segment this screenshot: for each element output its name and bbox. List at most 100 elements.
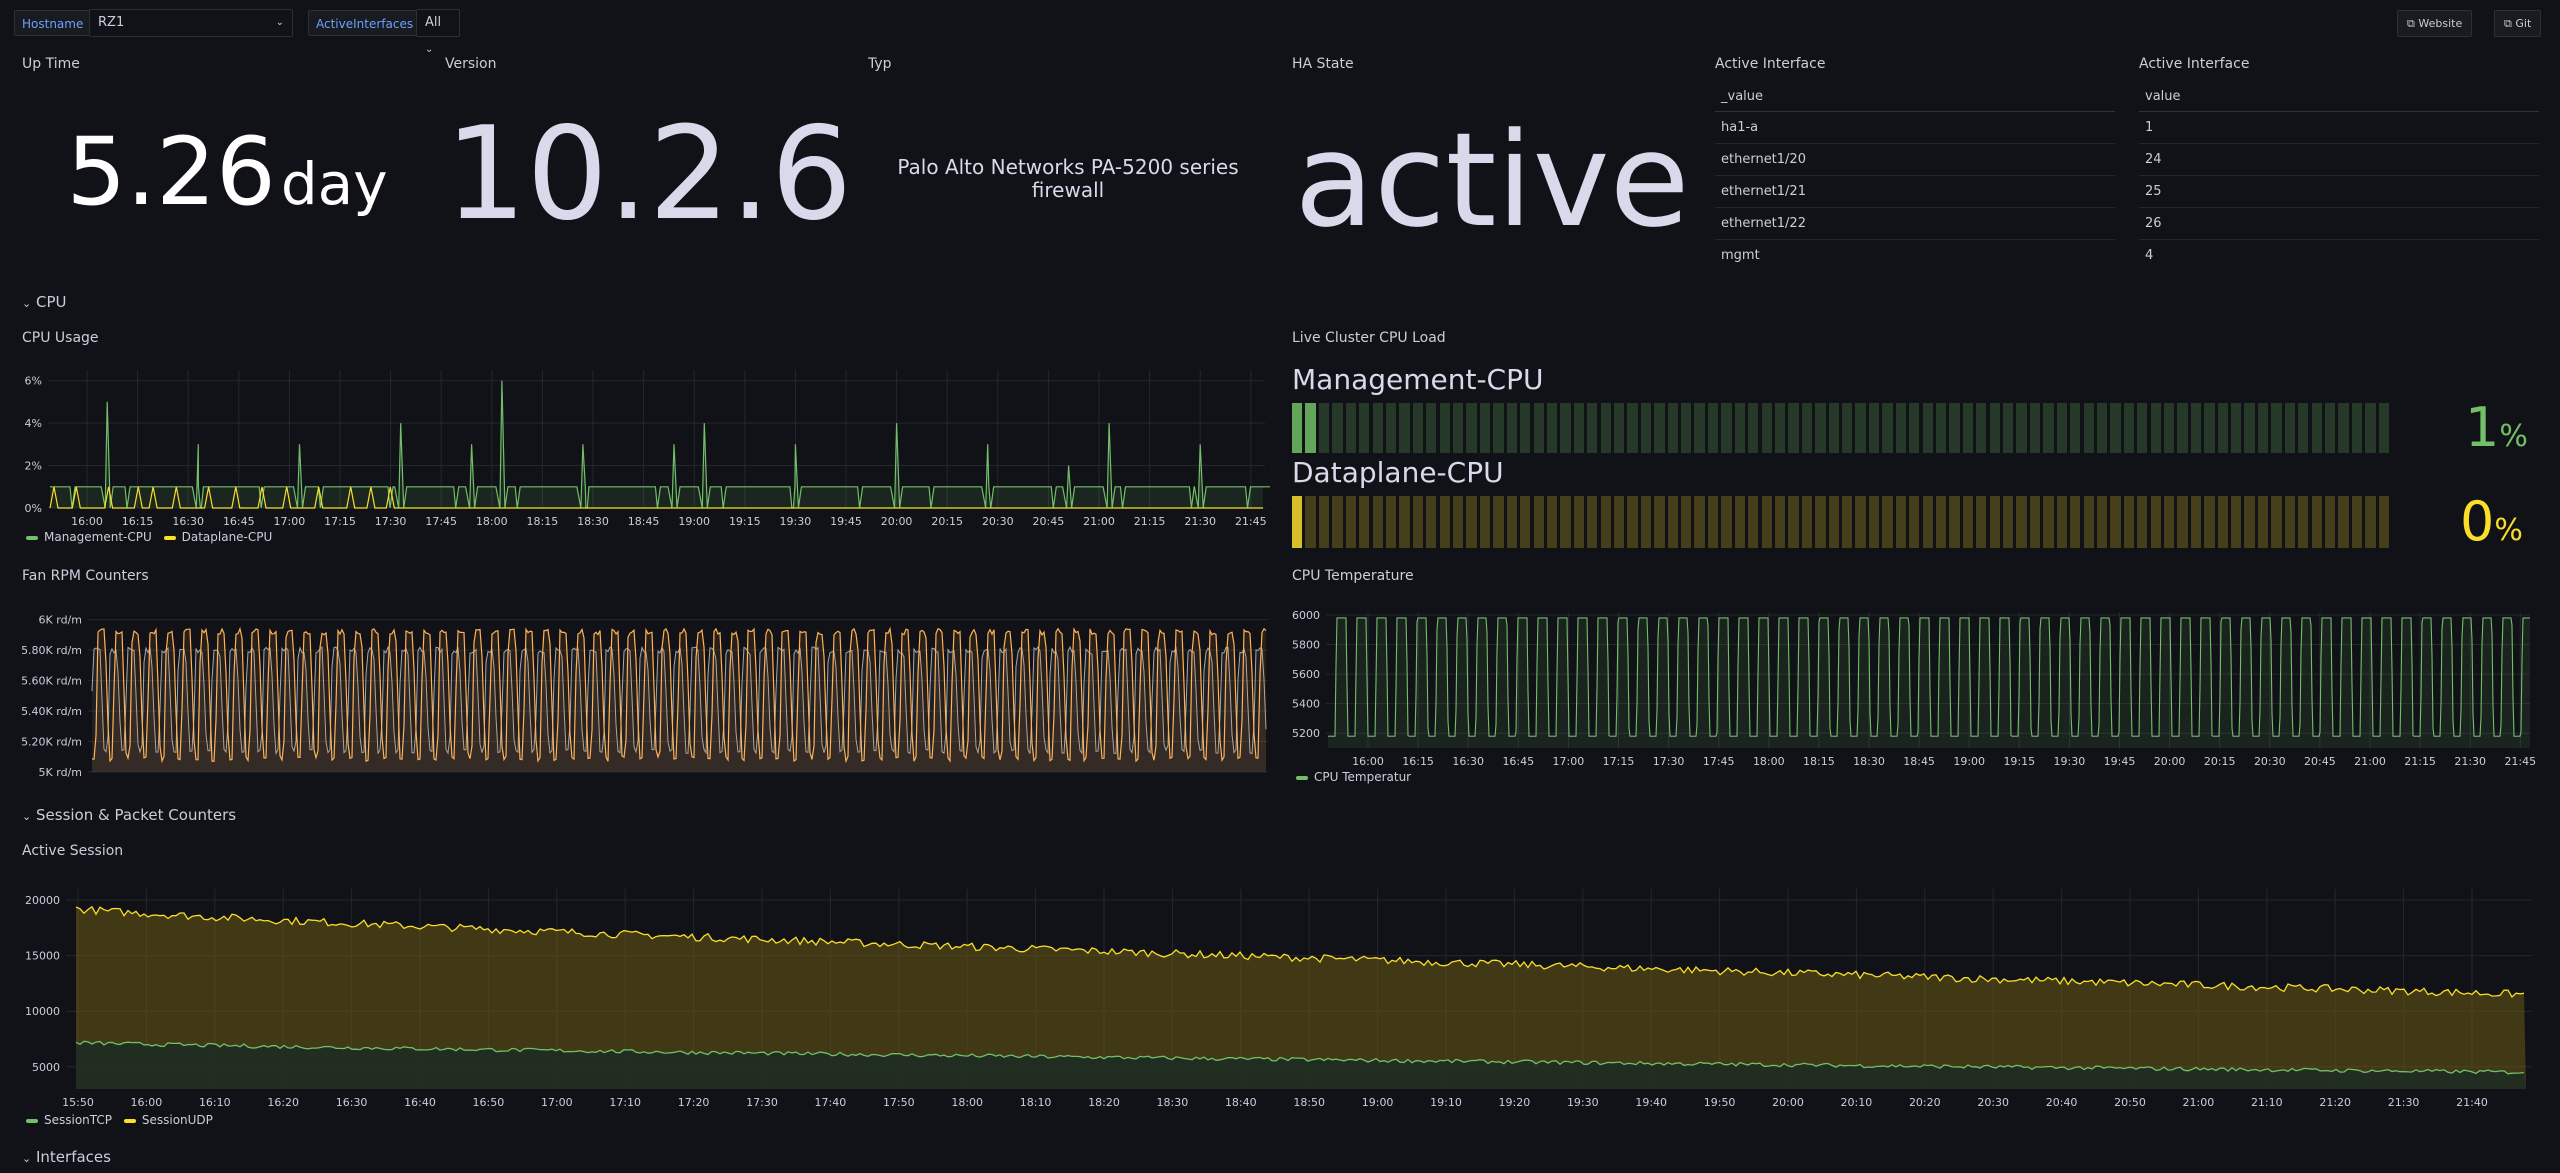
x-tick-label: 17:15 — [1603, 755, 1635, 768]
x-tick-label: 18:30 — [1157, 1096, 1189, 1109]
x-tick-label: 20:45 — [1033, 515, 1065, 528]
management-cpu-gauge-cell — [1318, 403, 1330, 453]
uptime-stat: 5.26 day — [22, 118, 432, 227]
ha-state-panel-title: HA State — [1292, 56, 1354, 72]
x-tick-label: 17:15 — [324, 515, 356, 528]
table-header[interactable]: _value — [1715, 82, 2115, 112]
management-cpu-gauge-cell — [1600, 403, 1611, 453]
management-cpu-gauge-cell — [1466, 403, 1477, 453]
y-tick-label: 5200 — [1292, 727, 1320, 740]
management-cpu-gauge-cell — [1479, 403, 1491, 453]
management-cpu-gauge-cell — [2284, 403, 2296, 453]
dataplane-cpu-gauge-cell — [1520, 496, 1531, 548]
management-cpu-gauge-cell — [2217, 403, 2228, 453]
cluster-cpu-panel-title: Live Cluster CPU Load — [1292, 330, 1446, 346]
dataplane-cpu-gauge-cell — [1426, 496, 1437, 548]
x-tick-label: 16:20 — [267, 1096, 299, 1109]
y-tick-label: 20000 — [25, 894, 60, 907]
dataplane-cpu-gauge-cell — [1734, 496, 1746, 548]
management-cpu-gauge-cell — [2137, 403, 2148, 453]
x-tick-label: 16:45 — [223, 515, 255, 528]
x-tick-label: 17:00 — [541, 1096, 573, 1109]
uptime-unit: day — [280, 150, 388, 218]
chevron-down-icon: ⌄ — [22, 1152, 32, 1165]
dataplane-cpu-gauge-cell — [1815, 496, 1826, 548]
dataplane-cpu-gauge-cell — [2257, 496, 2269, 548]
dataplane-cpu-gauge-cell — [1600, 496, 1611, 548]
interfaces-select-value: All — [425, 15, 442, 30]
x-tick-label: 20:50 — [2114, 1096, 2146, 1109]
legend-item-session-udp[interactable]: SessionUDP — [123, 1113, 213, 1127]
website-link-button[interactable]: ⧉ Website — [2397, 10, 2473, 37]
cpu-temperature-legend: CPU Temperatur — [1296, 770, 1411, 784]
uptime-value: 5.26 — [66, 118, 276, 227]
dataplane-cpu-gauge-cell — [1681, 496, 1692, 548]
dataplane-cpu-gauge-value: 0% — [2460, 490, 2523, 553]
hostname-select[interactable]: RZ1 ⌄ — [89, 9, 293, 37]
dataplane-cpu-gauge-cell — [1412, 496, 1424, 548]
cpu-temperature-chart: 5200 5400 5600 5800 6000 16:00 16:15 16:30 16:45… — [1292, 609, 2536, 768]
cpu-row-toggle[interactable]: ⌄ CPU — [22, 293, 67, 311]
dataplane-cpu-gauge-cell — [2284, 496, 2296, 548]
management-cpu-gauge-cell — [2096, 403, 2108, 453]
dataplane-cpu-gauge-cell — [2150, 496, 2161, 548]
x-tick-label: 18:30 — [577, 515, 609, 528]
dataplane-cpu-gauge-cell — [1453, 496, 1464, 548]
session-row-toggle[interactable]: ⌄ Session & Packet Counters — [22, 806, 236, 824]
management-cpu-gauge-cell — [1707, 403, 1719, 453]
interface-name-table: _value ha1-a ethernet1/20 ethernet1/21 e… — [1715, 82, 2115, 272]
management-cpu-gauge-cell — [1654, 403, 1665, 453]
legend-item-cpu-temperatur[interactable]: CPU Temperatur — [1296, 770, 1411, 784]
x-tick-label: 20:00 — [2154, 755, 2186, 768]
interfaces-select[interactable]: All ⌄ — [416, 9, 460, 55]
management-cpu-gauge-cell — [1761, 403, 1772, 453]
dataplane-cpu-gauge-cell — [1439, 496, 1450, 548]
dataplane-cpu-gauge-cell — [2137, 496, 2148, 548]
table-row: 26 — [2139, 208, 2539, 240]
interfaces-row-toggle[interactable]: ⌄ Interfaces — [22, 1148, 111, 1166]
external-link-icon: ⧉ — [2407, 17, 2415, 30]
management-cpu-gauge-cell — [2338, 403, 2349, 453]
legend-item-dataplane-cpu[interactable]: Dataplane-CPU — [163, 530, 272, 544]
dataplane-cpu-bar-gauge — [1292, 496, 2392, 548]
y-tick-label: 2% — [25, 460, 42, 473]
dataplane-cpu-gauge-cell — [2338, 496, 2349, 548]
management-cpu-gauge-cell — [2177, 403, 2188, 453]
dataplane-cpu-gauge-cell — [2164, 496, 2175, 548]
dataplane-cpu-gauge-cell — [2311, 496, 2322, 548]
hostname-variable-label: Hostname — [14, 10, 92, 36]
dataplane-cpu-gauge-label: Dataplane-CPU — [1292, 456, 1504, 489]
dataplane-cpu-gauge-cell — [1479, 496, 1491, 548]
dataplane-cpu-gauge-cell — [1332, 496, 1343, 548]
management-cpu-gauge-cell — [1640, 403, 1652, 453]
legend-item-management-cpu[interactable]: Management-CPU — [26, 530, 152, 544]
dataplane-cpu-gauge-cell — [1882, 496, 1893, 548]
x-tick-label: 17:45 — [1703, 755, 1735, 768]
management-cpu-gauge-cell — [1801, 403, 1813, 453]
git-link-button[interactable]: ⧉ Git — [2494, 10, 2542, 37]
table-header[interactable]: value — [2139, 82, 2539, 112]
x-tick-label: 20:20 — [1909, 1096, 1941, 1109]
x-tick-label: 19:15 — [729, 515, 761, 528]
active-session-legend: SessionTCP SessionUDP — [26, 1113, 213, 1127]
x-tick-label: 18:10 — [1020, 1096, 1052, 1109]
dataplane-cpu-gauge-cell — [1721, 496, 1732, 548]
management-cpu-gauge-cell — [1868, 403, 1880, 453]
management-cpu-gauge-cell — [1372, 403, 1383, 453]
y-tick-label: 5.20K rd/m — [21, 736, 82, 749]
legend-item-session-tcp[interactable]: SessionTCP — [26, 1113, 112, 1127]
x-tick-label: 20:10 — [1841, 1096, 1873, 1109]
management-cpu-gauge-cell — [1842, 403, 1853, 453]
x-tick-label: 21:40 — [2456, 1096, 2488, 1109]
dataplane-cpu-gauge-cell — [1654, 496, 1665, 548]
y-tick-label: 4% — [25, 417, 42, 430]
x-tick-label: 21:00 — [2354, 755, 2386, 768]
management-cpu-gauge-cell — [1774, 403, 1786, 453]
management-cpu-gauge-cell — [1506, 403, 1517, 453]
x-tick-label: 19:30 — [1567, 1096, 1599, 1109]
active-session-panel-title: Active Session — [22, 843, 124, 859]
management-cpu-gauge-cell — [1627, 403, 1638, 453]
dataplane-cpu-gauge-cell — [1533, 496, 1544, 548]
dataplane-cpu-gauge-cell — [2123, 496, 2135, 548]
x-tick-label: 19:00 — [1362, 1096, 1394, 1109]
